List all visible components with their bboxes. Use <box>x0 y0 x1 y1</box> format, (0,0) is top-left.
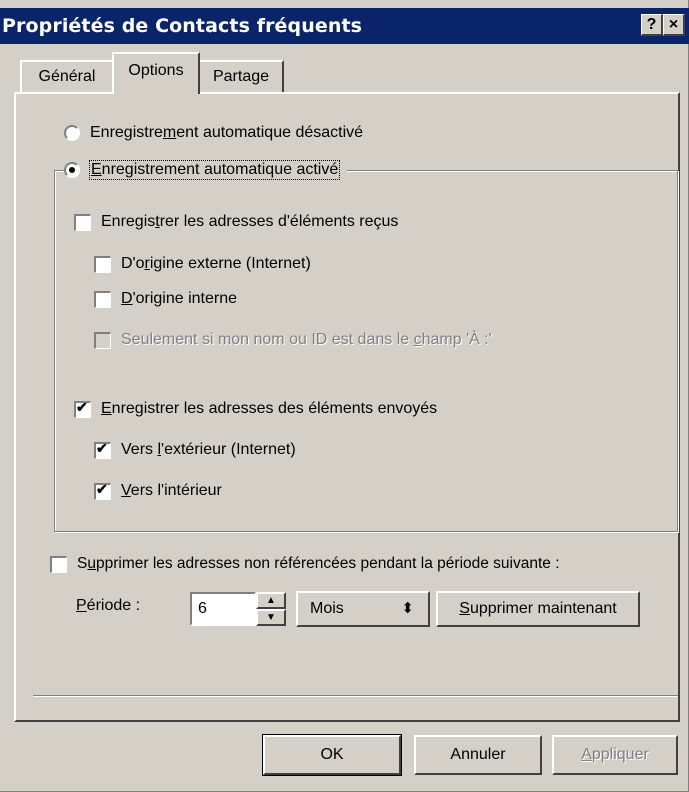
checkbox-internal[interactable]: D'origine interne <box>94 290 237 308</box>
delete-now-button[interactable]: Supprimer maintenant <box>436 591 640 627</box>
spin-up-icon[interactable]: ▲ <box>256 592 286 609</box>
delete-now-label: Supprimer maintenant <box>459 600 617 617</box>
period-input[interactable]: 6 <box>190 592 256 626</box>
unit-select[interactable]: Mois ⬍ <box>296 591 430 627</box>
checkmark-icon: ✔ <box>96 480 108 497</box>
divider <box>33 695 678 697</box>
checkbox-icon <box>94 290 111 308</box>
tab-partage-label: Partage <box>212 68 270 85</box>
radio-auto-off[interactable]: Enregistrement automatique désactivé <box>64 124 363 142</box>
radio-icon <box>64 125 80 141</box>
properties-dialog: Propriétés de Contacts fréquents ? × Gén… <box>0 0 689 792</box>
unit-value: Mois <box>310 600 344 617</box>
checkbox-outside[interactable]: ✔ Vers l'extérieur (Internet) <box>94 439 296 459</box>
checkbox-outside-label: Vers l'extérieur (Internet) <box>121 441 296 458</box>
checkbox-received[interactable]: Enregistrer les adresses d'éléments reçu… <box>74 213 398 231</box>
tab-options-label: Options <box>128 62 184 79</box>
checkbox-icon: ✔ <box>74 398 91 418</box>
cancel-button[interactable]: Annuler <box>414 735 542 775</box>
radio-icon <box>64 162 80 178</box>
checkbox-sent-label: Enregistrer les adresses des éléments en… <box>101 400 438 417</box>
apply-label: Appliquer <box>581 746 649 763</box>
apply-button[interactable]: Appliquer <box>552 735 678 775</box>
checkbox-icon <box>94 331 111 349</box>
checkbox-received-label: Enregistrer les adresses d'éléments reçu… <box>101 213 399 230</box>
spin-down-icon[interactable]: ▼ <box>256 609 286 626</box>
ok-button[interactable]: OK <box>262 734 402 776</box>
checkbox-inside-label: Vers l'intérieur <box>121 482 222 499</box>
close-icon: × <box>668 16 679 33</box>
checkbox-external[interactable]: D'origine externe (Internet) <box>94 255 311 273</box>
checkbox-icon <box>94 255 111 273</box>
checkbox-purge-label: Supprimer les adresses non référencées p… <box>77 555 560 572</box>
radio-auto-on-label: Enregistrement automatique activé <box>88 160 341 180</box>
radio-auto-on[interactable]: Enregistrement automatique activé <box>64 160 348 180</box>
updown-arrows-icon: ⬍ <box>401 600 414 617</box>
checkbox-icon: ✔ <box>94 480 111 500</box>
checkbox-only-if-label: Seulement si mon nom ou ID est dans le c… <box>121 331 492 348</box>
radio-auto-off-label: Enregistrement automatique désactivé <box>90 124 364 141</box>
checkbox-external-label: D'origine externe (Internet) <box>121 255 311 272</box>
checkbox-icon <box>74 213 91 231</box>
checkbox-icon: ✔ <box>94 439 111 459</box>
tab-options[interactable]: Options <box>112 52 200 94</box>
period-label: Période : <box>76 597 141 614</box>
checkmark-icon: ✔ <box>96 439 108 456</box>
cancel-label: Annuler <box>450 746 506 763</box>
checkbox-inside[interactable]: ✔ Vers l'intérieur <box>94 480 222 500</box>
ok-label: OK <box>320 746 344 763</box>
checkbox-purge[interactable]: Supprimer les adresses non référencées p… <box>50 555 560 573</box>
checkbox-sent[interactable]: ✔ Enregistrer les adresses des éléments … <box>74 398 438 418</box>
help-icon: ? <box>646 16 657 33</box>
checkbox-only-if[interactable]: Seulement si mon nom ou ID est dans le c… <box>94 331 492 349</box>
tab-general[interactable]: Général <box>20 60 114 92</box>
checkmark-icon: ✔ <box>76 398 88 415</box>
checkbox-internal-label: D'origine interne <box>121 290 238 307</box>
title-bar: Propriétés de Contacts fréquents ? × <box>0 8 689 44</box>
window-title: Propriétés de Contacts fréquents <box>2 15 363 37</box>
period-value: 6 <box>198 600 207 617</box>
help-button[interactable]: ? <box>641 14 663 36</box>
close-button[interactable]: × <box>663 14 685 36</box>
checkbox-icon <box>50 555 67 573</box>
period-spinner[interactable]: ▲ ▼ <box>256 592 286 626</box>
tab-partage[interactable]: Partage <box>198 60 284 92</box>
tab-general-label: Général <box>38 68 96 85</box>
